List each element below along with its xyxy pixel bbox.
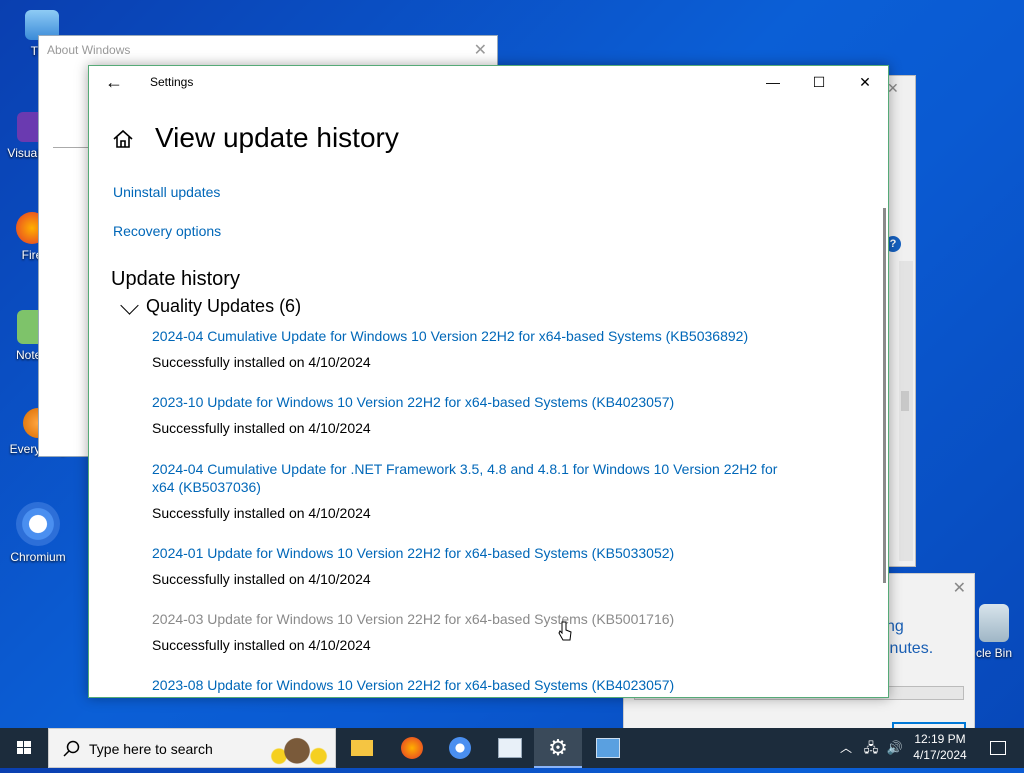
- desktop-icon-label: Chromium: [10, 550, 66, 564]
- file-explorer-taskbar-button[interactable]: [338, 728, 386, 768]
- clock[interactable]: 12:19 PM 4/17/2024: [906, 731, 974, 763]
- about-windows-title: About Windows: [47, 43, 131, 57]
- close-icon[interactable]: ✕: [953, 578, 966, 598]
- update-status: Successfully installed on 4/10/2024: [152, 420, 371, 436]
- update-link[interactable]: 2024-01 Update for Windows 10 Version 22…: [152, 544, 802, 562]
- page-title: View update history: [155, 122, 399, 153]
- close-icon[interactable]: ✕: [474, 40, 487, 60]
- search-highlight-image: [261, 731, 333, 767]
- divider: [53, 147, 93, 148]
- update-link[interactable]: 2024-04 Cumulative Update for Windows 10…: [152, 327, 802, 345]
- chromium-icon: [16, 502, 60, 546]
- section-heading: Update history: [111, 268, 240, 290]
- clock-date: 4/17/2024: [913, 748, 967, 762]
- update-status: Successfully installed on 4/10/2024: [152, 354, 371, 370]
- update-link[interactable]: 2023-08 Update for Windows 10 Version 22…: [152, 676, 802, 694]
- update-status: Successfully installed on 4/10/2024: [152, 505, 371, 521]
- desktop-icon-chromium[interactable]: Chromium: [6, 502, 70, 564]
- update-item: 2024-04 Cumulative Update for Windows 10…: [152, 327, 802, 370]
- notification-line: ng: [886, 618, 904, 635]
- scrollbar-thumb[interactable]: [901, 391, 909, 411]
- quality-updates-group[interactable]: Quality Updates (6): [119, 296, 301, 317]
- update-item: 2023-10 Update for Windows 10 Version 22…: [152, 393, 802, 436]
- search-icon: [63, 740, 80, 757]
- clock-time: 12:19 PM: [914, 732, 966, 746]
- firefox-icon: [401, 736, 423, 759]
- close-button[interactable]: ✕: [842, 66, 888, 98]
- notification-center-button[interactable]: [978, 728, 1018, 768]
- home-icon[interactable]: [112, 128, 134, 150]
- search-placeholder: Type here to search: [89, 741, 213, 757]
- update-link[interactable]: 2023-10 Update for Windows 10 Version 22…: [152, 393, 802, 411]
- uninstall-updates-link[interactable]: Uninstall updates: [113, 184, 220, 200]
- page-content: View update history Uninstall updates Re…: [89, 98, 888, 697]
- app-title: Settings: [150, 75, 194, 89]
- chromium-icon: [449, 736, 471, 759]
- update-link[interactable]: 2024-04 Cumulative Update for .NET Frame…: [152, 460, 802, 496]
- hand-cursor-icon: [558, 621, 572, 641]
- update-item: 2024-03 Update for Windows 10 Version 22…: [152, 610, 802, 653]
- gear-icon: ⚙: [548, 735, 568, 760]
- update-status: Successfully installed on 4/10/2024: [152, 637, 371, 653]
- network-icon[interactable]: 🖧: [860, 728, 882, 768]
- taskbar: Type here to search ⚙ ︿ 🖧 🔊 12:19 PM 4/1…: [0, 728, 1024, 768]
- chevron-up-icon[interactable]: ︿: [836, 728, 856, 768]
- window-app-icon: [498, 737, 522, 758]
- update-status: Successfully installed on 4/10/2024: [152, 571, 371, 587]
- maximize-button[interactable]: ☐: [796, 66, 842, 98]
- scrollbar[interactable]: [883, 208, 886, 583]
- notification-line: inutes.: [886, 640, 934, 657]
- update-item: 2023-08 Update for Windows 10 Version 22…: [152, 676, 802, 694]
- folder-icon: [351, 739, 373, 756]
- volume-icon[interactable]: 🔊: [884, 728, 906, 768]
- firefox-taskbar-button[interactable]: [388, 728, 436, 768]
- chromium-taskbar-button[interactable]: [436, 728, 484, 768]
- search-box[interactable]: Type here to search: [48, 728, 336, 768]
- notification-text: ng inutes.: [886, 616, 933, 660]
- scrollbar[interactable]: [899, 261, 913, 561]
- start-button[interactable]: [0, 728, 48, 768]
- notification-icon: [990, 740, 1006, 755]
- control-panel-taskbar-button[interactable]: [584, 728, 632, 768]
- update-link[interactable]: 2024-03 Update for Windows 10 Version 22…: [152, 610, 802, 628]
- update-item: 2024-04 Cumulative Update for .NET Frame…: [152, 460, 802, 521]
- settings-taskbar-button[interactable]: ⚙: [534, 728, 582, 768]
- windows-logo-icon: [17, 741, 31, 754]
- recovery-options-link[interactable]: Recovery options: [113, 223, 221, 239]
- desktop-icon-label: cle Bin: [975, 646, 1013, 660]
- app-taskbar-button[interactable]: [486, 728, 534, 768]
- group-label: Quality Updates (6): [146, 296, 302, 316]
- update-item: 2024-01 Update for Windows 10 Version 22…: [152, 544, 802, 587]
- settings-window[interactable]: ← Settings — ☐ ✕ View update history Uni…: [88, 65, 889, 698]
- chevron-down-icon: [120, 296, 139, 315]
- minimize-button[interactable]: —: [750, 66, 796, 98]
- control-panel-icon: [596, 737, 620, 758]
- back-arrow-icon[interactable]: ←: [105, 72, 123, 93]
- recycle-bin-icon: [979, 604, 1009, 642]
- title-bar[interactable]: ← Settings — ☐ ✕: [89, 66, 888, 98]
